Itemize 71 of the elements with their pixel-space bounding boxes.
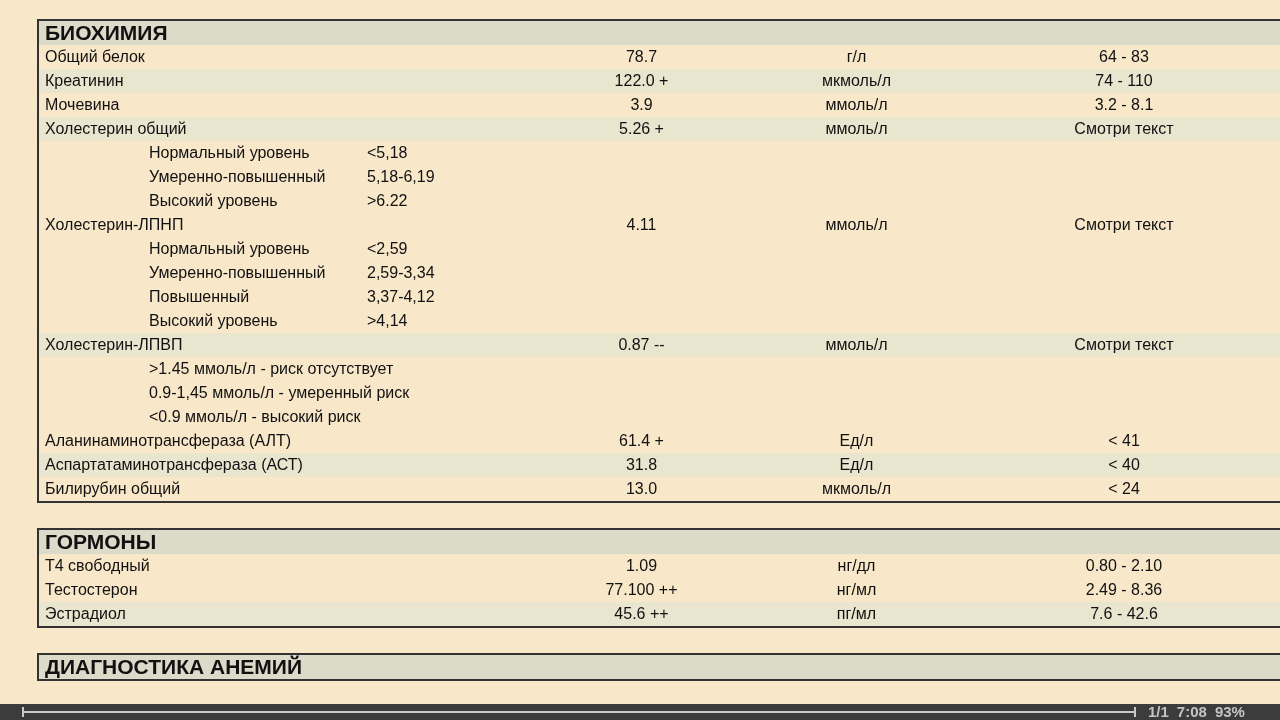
result-value: 1.09 [625,557,658,575]
test-name: Билирубин общий [44,480,181,498]
unit-text: мкмоль/л [822,72,891,90]
result-value: 78.7 [625,48,658,66]
reference-range: 0.80 - 2.10 [1085,557,1163,575]
page-counter: 1/1 [1148,704,1169,720]
reference-range: < 24 [1108,480,1140,498]
result-value: 3.9 [630,96,653,114]
unit-text: Ед/л [839,456,874,474]
test-name: Мочевина [44,96,120,114]
reference-range: 7.6 - 42.6 [1090,605,1158,623]
result-value: 4.11 [626,216,657,234]
reference-range: Смотри текст [1074,336,1174,354]
note-text: Умеренно-повышенный [149,168,327,186]
section-title: БИОХИМИЯ [45,21,168,45]
note-text: <0.9 ммоль/л - высокий риск [149,408,362,426]
note-text: Умеренно-повышенный [149,264,327,282]
section-title: ГОРМОНЫ [45,530,157,554]
note-text: Нормальный уровень [149,144,311,162]
test-name: Эстрадиол [44,605,126,623]
note-range: >6.22 [367,192,408,210]
reference-range: 2.49 - 8.36 [1085,581,1163,599]
test-name: Холестерин общий [44,120,187,138]
result-value: 45.6 ++ [614,605,669,623]
test-name: Холестерин-ЛПНП [44,216,184,234]
note-text: 0.9-1,45 ммоль/л - умеренный риск [149,384,410,402]
result-value: 122.0 + [614,72,669,90]
clock-time: 7:08 [1176,704,1207,720]
reference-range: Смотри текст [1074,120,1174,138]
note-range: 5,18-6,19 [367,168,435,186]
note-range: 2,59-3,34 [367,264,435,282]
unit-text: нг/мл [836,581,877,599]
reference-range: < 41 [1108,432,1140,450]
result-value: 61.4 + [619,432,664,450]
note-text: >1.45 ммоль/л - риск отсутствует [149,360,394,378]
note-text: Нормальный уровень [149,240,311,258]
result-value: 31.8 [625,456,658,474]
result-value: 13.0 [625,480,658,498]
note-text: Повышенный [149,288,251,306]
test-name: Аспартатаминотрансфераза (АСТ) [44,456,303,474]
note-text: Высокий уровень [149,192,279,210]
reference-range: 3.2 - 8.1 [1094,96,1154,114]
unit-text: Ед/л [839,432,874,450]
reference-range: 74 - 110 [1095,72,1153,90]
reference-range: 64 - 83 [1099,48,1149,66]
test-name: Тестостерон [44,581,138,599]
test-name: Общий белок [44,48,145,66]
result-value: 77.100 ++ [605,581,678,599]
test-name: Холестерин-ЛПВП [44,336,183,354]
note-range: 3,37-4,12 [367,288,435,306]
test-name: Т4 свободный [44,557,150,575]
zoom-level: 93% [1214,704,1245,720]
unit-text: г/л [846,48,867,66]
section-title: ДИАГНОСТИКА АНЕМИЙ [45,655,303,679]
unit-text: ммоль/л [825,216,888,234]
test-name: Аланинаминотрансфераза (АЛТ) [44,432,291,450]
reference-range: < 40 [1108,456,1140,474]
result-value: 0.87 -- [618,336,665,354]
unit-text: ммоль/л [825,120,888,138]
note-text: Высокий уровень [149,312,279,330]
note-range: >4,14 [367,312,408,330]
unit-text: ммоль/л [825,96,888,114]
unit-text: ммоль/л [825,336,888,354]
result-value: 5.26 + [619,120,664,138]
unit-text: нг/дл [837,557,876,575]
note-range: <5,18 [367,144,408,162]
test-name: Креатинин [44,72,124,90]
note-range: <2,59 [367,240,408,258]
reference-range: Смотри текст [1074,216,1174,234]
unit-text: мкмоль/л [822,480,891,498]
unit-text: пг/мл [836,605,877,623]
